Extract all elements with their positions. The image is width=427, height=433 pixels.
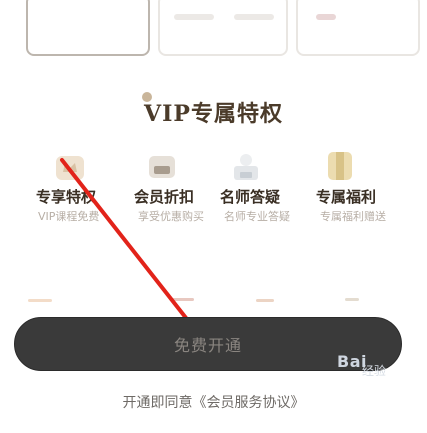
watermark-sub: 经验 [362, 364, 387, 378]
agreement-text[interactable]: 开通即同意《会员服务协议》 [0, 392, 427, 412]
free-activate-label: 免费开通 [173, 336, 242, 355]
